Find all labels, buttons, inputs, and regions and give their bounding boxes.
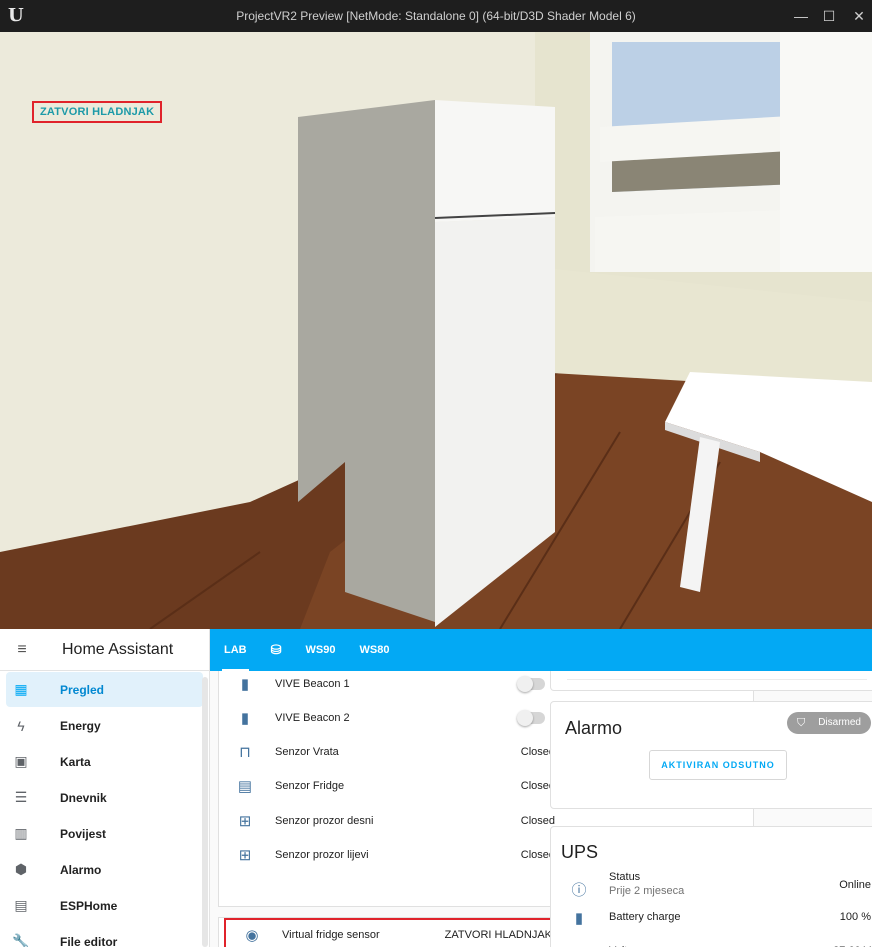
shield-off-icon: ⛉: [797, 717, 806, 729]
top-tab-bar: LAB ⛁ WS90 WS80: [210, 629, 872, 671]
sidebar-item-label: Energy: [60, 718, 101, 733]
maximize-button[interactable]: ☐: [812, 0, 846, 32]
ups-row-value: Online: [839, 879, 871, 891]
ups-title: UPS: [561, 842, 599, 862]
entity-state: Closed: [520, 815, 555, 827]
window-icon: ⊞: [238, 847, 252, 864]
app-title: Home Assistant: [62, 640, 174, 658]
phone-icon: ▮: [240, 676, 250, 693]
sidebar-item-dnevnik[interactable]: ☰ Dnevnik: [6, 780, 203, 815]
arm-away-button[interactable]: AKTIVIRAN ODSUTNO: [649, 750, 787, 780]
info-icon: ⓘ: [571, 882, 587, 899]
alarm-status-text: Disarmed: [818, 717, 861, 728]
ups-card: UPS ⓘ Status Prije 2 mjeseca Online ▮ Battery…: [550, 826, 872, 947]
sidebar-item-label: File editor: [60, 934, 118, 947]
sidebar-item-label: Povijest: [60, 826, 107, 841]
sidebar-item-label: Pregled: [60, 682, 105, 697]
entity-name: Senzor Vrata: [275, 746, 339, 758]
ups-row[interactable]: ∿Voltage27,60 V: [551, 943, 871, 947]
phone-icon: ▮: [240, 710, 250, 727]
lightning-icon: ϟ: [17, 717, 25, 734]
sidebar-item-alarmo[interactable]: ⬢ Alarmo: [6, 852, 203, 887]
tab-ws80[interactable]: WS80: [359, 629, 389, 671]
sidebar-header: ≡ Home Assistant: [0, 629, 209, 671]
stub-divider: [567, 679, 867, 680]
virtual-sensor-name: Virtual fridge sensor: [282, 929, 380, 941]
toggle-switch[interactable]: [517, 710, 545, 726]
sidebar-item-label: Karta: [60, 754, 91, 769]
map-icon: ▣: [14, 753, 28, 769]
ups-row-subtext: Prije 2 mjeseca: [609, 885, 685, 897]
entity-row[interactable]: ⊞ Senzor prozor lijevi Closed: [219, 838, 555, 872]
entity-name: Senzor prozor lijevi: [275, 849, 369, 861]
entity-row[interactable]: ⊞ Senzor prozor desni Closed: [219, 804, 555, 838]
sidebar-scrollbar[interactable]: [202, 677, 208, 947]
toggle-switch[interactable]: [517, 676, 545, 692]
hud-status-label: ZATVORI HLADNJAK: [32, 101, 163, 123]
ups-row[interactable]: ▮ Battery charge 100 %: [551, 909, 871, 943]
sine-wave-icon: ∿: [569, 943, 589, 947]
alarm-card: Alarmo ⛉ Disarmed AKTIVIRAN ODSUTNO: [550, 701, 872, 809]
entity-row[interactable]: ▮ VIVE Beacon 1: [219, 667, 555, 701]
window-title: ProjectVR2 Preview [NetMode: Standalone …: [236, 9, 636, 23]
sidebar-list: ▦ Pregled ϟ Energy ▣ Karta ☰ Dnevnik ▥ Povijest ⬢ A…: [0, 672, 209, 947]
fridge-top-door: [435, 100, 555, 222]
virtual-sensor-row[interactable]: ◉ Virtual fridge sensor ZATVORI HLADNJAK: [226, 918, 556, 947]
sidebar-item-label: Alarmo: [60, 862, 102, 877]
entity-name: VIVE Beacon 1: [275, 678, 350, 690]
entity-name: Senzor prozor desni: [275, 815, 374, 827]
entity-row[interactable]: ⊓ Senzor Vrata Closed: [219, 735, 555, 769]
ups-row[interactable]: ⓘ Status Prije 2 mjeseca Online: [551, 871, 871, 905]
close-button[interactable]: ✕: [842, 0, 872, 32]
virtual-sensor-highlight: ◉ Virtual fridge sensor ZATVORI HLADNJAK: [224, 918, 558, 947]
fridge-icon: ▤: [237, 778, 253, 795]
wrench-icon: 🔧: [12, 933, 30, 947]
ups-row-value: 100 %: [839, 911, 871, 923]
virtual-sensor-state: ZATVORI HLADNJAK: [444, 929, 552, 941]
dashboard-content: ▮ VIVE Beacon 1 ▮ VIVE Beacon 2 ⊓ Senzor Vrat…: [210, 671, 872, 947]
window-icon: ⊞: [238, 813, 252, 830]
card-top-stub: [550, 671, 872, 691]
title-bar: U ProjectVR2 Preview [NetMode: Standalon…: [0, 0, 872, 32]
alarm-status-badge[interactable]: ⛉ Disarmed: [787, 712, 871, 734]
chip-icon: ▤: [14, 897, 28, 913]
sidebar-item-karta[interactable]: ▣ Karta: [6, 744, 203, 779]
logbook-icon: ☰: [14, 789, 28, 805]
sidebar-item-file-editor[interactable]: 🔧 File editor: [6, 924, 203, 947]
sidebar-item-pregled[interactable]: ▦ Pregled: [6, 672, 203, 707]
shield-icon: ⬢: [14, 861, 28, 877]
entity-name: Senzor Fridge: [275, 780, 345, 792]
ups-row-name: Status: [609, 871, 641, 883]
sidebar-item-povijest[interactable]: ▥ Povijest: [6, 816, 203, 851]
tab-lab[interactable]: LAB: [222, 629, 249, 671]
entity-row[interactable]: ▮ VIVE Beacon 2: [219, 701, 555, 735]
sidebar-item-energy[interactable]: ϟ Energy: [6, 708, 203, 743]
battery-icon: ▮: [574, 910, 584, 927]
dashboard-icon: ▦: [14, 681, 28, 697]
3d-viewport[interactable]: ZATVORI HLADNJAK: [0, 32, 872, 629]
entity-row[interactable]: ▤ Senzor Fridge Closed: [219, 769, 555, 803]
entity-name: VIVE Beacon 2: [275, 712, 350, 724]
window-right-panel: [780, 32, 872, 272]
database-icon[interactable]: ⛁: [271, 629, 282, 671]
sidebar: ≡ Home Assistant ▦ Pregled ϟ Energy ▣ Karta ☰ D…: [0, 629, 210, 947]
sidebar-item-esphome[interactable]: ▤ ESPHome: [6, 888, 203, 923]
sidebar-item-label: ESPHome: [60, 898, 118, 913]
home-assistant-panel: ≡ Home Assistant ▦ Pregled ϟ Energy ▣ Karta ☰ D…: [0, 629, 872, 947]
sidebar-item-label: Dnevnik: [60, 790, 107, 805]
door-icon: ⊓: [239, 744, 251, 761]
eye-icon: ◉: [245, 927, 259, 944]
ups-row-name: Battery charge: [609, 911, 681, 923]
history-chart-icon: ▥: [14, 825, 28, 841]
alarm-title: Alarmo: [565, 718, 623, 738]
tab-ws90[interactable]: WS90: [306, 629, 336, 671]
app-window: U ProjectVR2 Preview [NetMode: Standalon…: [0, 0, 872, 947]
menu-icon[interactable]: ≡: [0, 641, 44, 659]
